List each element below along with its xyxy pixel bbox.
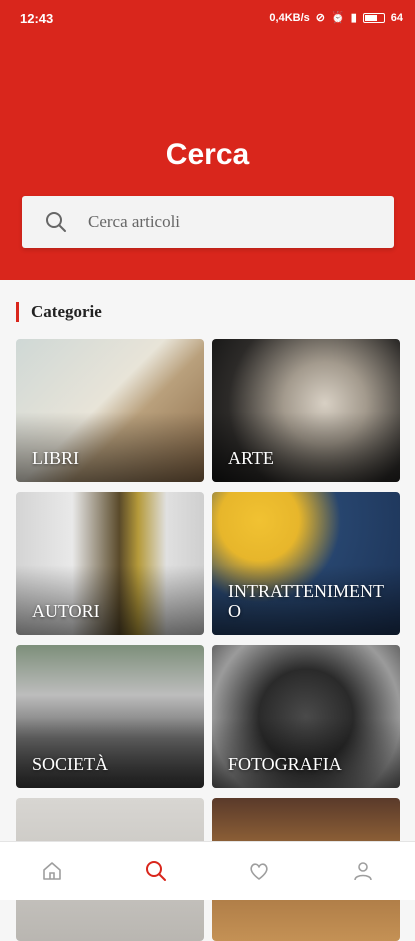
section-title: Categorie — [16, 302, 102, 322]
signal-icon: ▮ — [350, 12, 357, 24]
status-bar: 12:43 0,4KB/s ⊘ ⏰ ▮ 64 — [0, 0, 415, 36]
nav-search[interactable] — [126, 851, 186, 891]
heart-icon — [250, 863, 269, 880]
mute-icon: ⊘ — [315, 12, 325, 24]
header: 12:43 0,4KB/s ⊘ ⏰ ▮ 64 Cerca — [0, 0, 415, 280]
tile-shade — [16, 718, 204, 788]
tile-shade — [16, 565, 204, 635]
bottom-nav — [0, 841, 415, 900]
category-tile-fotografia[interactable]: FOTOGRAFIA — [212, 645, 400, 788]
alarm-icon: ⏰ — [330, 12, 345, 24]
category-tile-arte[interactable]: ARTE — [212, 339, 400, 482]
category-label: INTRATTENIMENTO — [228, 581, 384, 621]
category-tile-libri[interactable]: LIBRI — [16, 339, 204, 482]
category-label: LIBRI — [32, 448, 79, 468]
search-icon — [145, 861, 166, 881]
user-icon — [354, 862, 372, 881]
category-tile-autori[interactable]: AUTORI — [16, 492, 204, 635]
status-time: 12:43 — [20, 11, 54, 26]
search-bar[interactable] — [22, 196, 394, 248]
tile-shade — [212, 412, 400, 482]
search-icon — [46, 212, 66, 232]
nav-profile[interactable] — [333, 851, 393, 891]
category-tile-societa[interactable]: SOCIETÀ — [16, 645, 204, 788]
tile-shade — [16, 412, 204, 482]
home-icon — [43, 862, 61, 880]
status-icons: 0,4KB/s ⊘ ⏰ ▮ 64 — [269, 11, 403, 25]
category-label: ARTE — [228, 448, 274, 468]
page-title: Cerca — [165, 138, 250, 171]
category-label: SOCIETÀ — [32, 754, 108, 774]
category-label: FOTOGRAFIA — [228, 754, 342, 774]
category-tile-intrattenimento[interactable]: INTRATTENIMENTO — [212, 492, 400, 635]
tile-shade — [212, 718, 400, 788]
nav-favorites[interactable] — [229, 851, 289, 891]
network-speed: 0,4KB/s — [269, 11, 310, 24]
category-label: AUTORI — [32, 601, 100, 621]
search-input[interactable] — [88, 196, 378, 248]
nav-home[interactable] — [22, 851, 82, 891]
battery-icon — [362, 12, 385, 23]
battery-level: 64 — [390, 11, 403, 24]
